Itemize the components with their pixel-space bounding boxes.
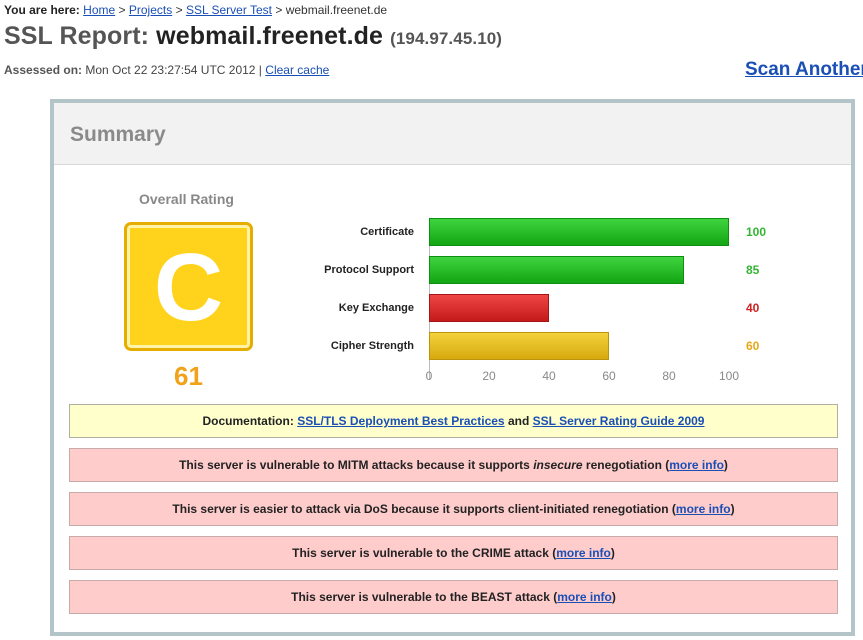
documentation-prefix: Documentation: — [202, 414, 294, 428]
warning-close: ) — [610, 546, 615, 560]
chart-value-label: 85 — [746, 263, 760, 277]
chart-bar — [429, 218, 729, 246]
breadcrumb-separator: > — [275, 3, 283, 17]
breadcrumb-ssl-server-test-link[interactable]: SSL Server Test — [186, 3, 272, 17]
warning-text-tail: renegotiation ( — [582, 458, 670, 472]
clear-cache-link[interactable]: Clear cache — [265, 63, 329, 77]
breadcrumb-current: webmail.freenet.de — [285, 3, 388, 17]
title-host: webmail.freenet.de — [156, 22, 384, 50]
assessed-value: Mon Oct 22 23:27:54 UTC 2012 | — [85, 63, 262, 77]
warning-emphasis: insecure — [533, 458, 583, 472]
more-info-link[interactable]: more info — [557, 590, 612, 604]
breadcrumb-projects-link[interactable]: Projects — [129, 3, 172, 17]
best-practices-link[interactable]: SSL/TLS Deployment Best Practices — [297, 414, 504, 428]
chart-value-label: 60 — [746, 339, 760, 353]
chart-bar — [429, 294, 549, 322]
chart-x-tick-label: 0 — [425, 369, 433, 383]
page-title: SSL Report: webmail.freenet.de (194.97.4… — [4, 22, 502, 51]
warning-text: This server is easier to attack via DoS … — [172, 502, 676, 516]
warning-close: ) — [723, 458, 728, 472]
more-info-link[interactable]: more info — [556, 546, 611, 560]
assessed-line: Assessed on: Mon Oct 22 23:27:54 UTC 201… — [4, 63, 329, 77]
more-info-link[interactable]: more info — [676, 502, 731, 516]
documentation-and: and — [507, 414, 530, 428]
breadcrumb: You are here: Home > Projects > SSL Serv… — [4, 3, 387, 17]
rating-chart: Certificate 100 Protocol Support 85 Key Exch… — [279, 208, 799, 393]
chart-bar — [429, 332, 609, 360]
warning-beast: This server is vulnerable to the BEAST a… — [69, 580, 838, 614]
chart-x-tick-label: 80 — [662, 369, 676, 383]
summary-title: Summary — [70, 123, 166, 146]
breadcrumb-separator: > — [118, 3, 126, 17]
title-ip: (194.97.45.10) — [390, 29, 503, 48]
chart-x-tick-label: 60 — [602, 369, 616, 383]
documentation-notice: Documentation: SSL/TLS Deployment Best P… — [69, 404, 838, 438]
chart-category-label: Certificate — [360, 226, 414, 238]
breadcrumb-separator: > — [175, 3, 183, 17]
chart-value-label: 100 — [746, 225, 767, 239]
summary-header: Summary — [54, 103, 851, 165]
warning-close: ) — [730, 502, 735, 516]
warning-text: This server is vulnerable to the BEAST a… — [291, 590, 558, 604]
rating-guide-link[interactable]: SSL Server Rating Guide 2009 — [533, 414, 705, 428]
chart-value-label: 40 — [746, 301, 760, 315]
chart-category-label: Cipher Strength — [330, 340, 414, 352]
chart-bar — [429, 256, 684, 284]
chart-x-tick-label: 20 — [482, 369, 496, 383]
grade-badge: C — [124, 222, 253, 351]
chart-x-tick-label: 100 — [718, 369, 740, 383]
more-info-link[interactable]: more info — [669, 458, 724, 472]
breadcrumb-prefix: You are here: — [4, 3, 80, 17]
title-prefix: SSL Report: — [4, 22, 150, 50]
overall-score: 61 — [174, 361, 203, 391]
warning-crime: This server is vulnerable to the CRIME a… — [69, 536, 838, 570]
breadcrumb-home-link[interactable]: Home — [83, 3, 115, 17]
warning-text: This server is vulnerable to MITM attack… — [179, 458, 534, 472]
warning-mitm: This server is vulnerable to MITM attack… — [69, 448, 838, 482]
warning-dos: This server is easier to attack via DoS … — [69, 492, 838, 526]
grade-letter: C — [153, 234, 224, 341]
chart-category-label: Key Exchange — [338, 302, 414, 314]
assessed-label: Assessed on: — [4, 63, 83, 77]
warning-close: ) — [611, 590, 616, 604]
scan-another-link[interactable]: Scan Another — [745, 59, 863, 81]
chart-x-tick-label: 40 — [542, 369, 556, 383]
chart-category-label: Protocol Support — [324, 264, 414, 276]
warning-text: This server is vulnerable to the CRIME a… — [292, 546, 557, 560]
summary-panel: Summary Overall Rating C 61 Certificate 1… — [50, 99, 855, 636]
overall-rating-label: Overall Rating — [139, 191, 234, 207]
